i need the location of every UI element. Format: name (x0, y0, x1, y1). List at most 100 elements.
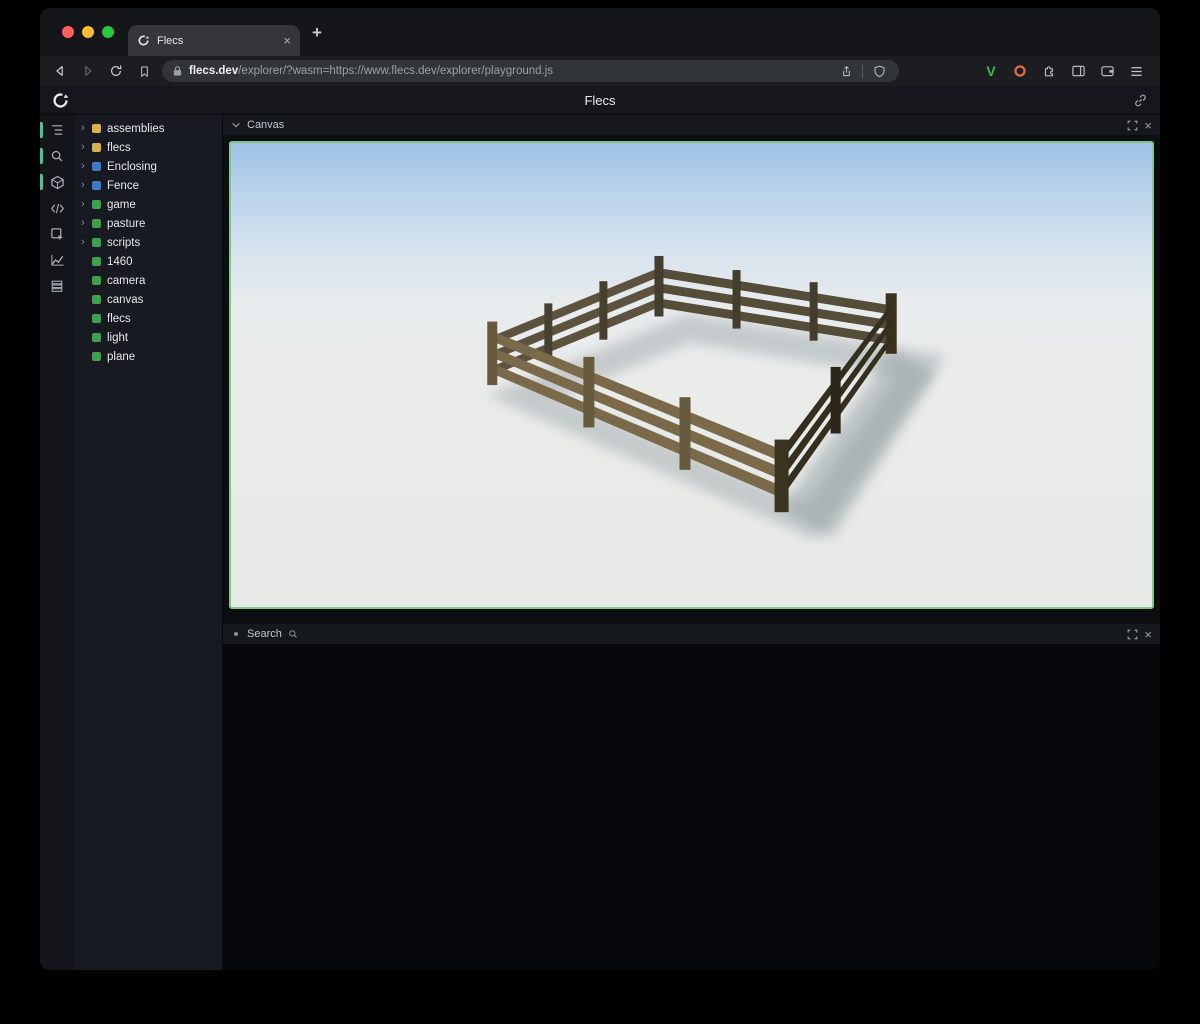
code-icon[interactable] (40, 195, 74, 221)
address-bar[interactable]: flecs.dev/explorer/?wasm=https://www.fle… (162, 60, 899, 82)
zoom-window-button[interactable] (102, 26, 114, 38)
stats-chart-icon[interactable] (40, 247, 74, 273)
tree-item[interactable]: ›Fence (74, 176, 222, 195)
tree-item[interactable]: 1460 (74, 252, 222, 271)
url-domain: flecs.dev (189, 65, 238, 77)
app-header: Flecs (40, 86, 1160, 115)
tree-item[interactable]: canvas (74, 290, 222, 309)
tree-item[interactable]: ›pasture (74, 214, 222, 233)
query-search-icon[interactable] (40, 143, 74, 169)
fence-scene (231, 143, 1152, 607)
forward-icon (81, 64, 95, 78)
flecs-explorer-app: Flecs (40, 86, 1160, 970)
tree-item-label: 1460 (107, 256, 133, 268)
tree-item-label: Enclosing (107, 161, 157, 173)
divider (862, 65, 863, 78)
extension-orange-icon[interactable] (1010, 61, 1030, 81)
reload-icon (109, 64, 123, 78)
extensions-puzzle-button[interactable] (1039, 61, 1059, 81)
app-body: ›assemblies›flecs›Enclosing›Fence›game›p… (40, 115, 1160, 970)
tree-item[interactable]: light (74, 328, 222, 347)
canvas-cube-icon[interactable] (40, 169, 74, 195)
panel-title: Canvas (247, 119, 284, 131)
collapse-chevron-icon[interactable] (231, 121, 241, 129)
expand-arrow-icon[interactable]: › (81, 237, 92, 248)
entity-color-icon (92, 352, 101, 361)
tables-icon[interactable] (40, 273, 74, 299)
extension-v-icon[interactable]: V (981, 61, 1001, 81)
tree-item-label: plane (107, 351, 135, 363)
tree-item-label: camera (107, 275, 145, 287)
search-panel: Search (223, 624, 1160, 970)
tree-item[interactable]: › flecs (74, 138, 222, 157)
expand-arrow-icon[interactable]: › (81, 123, 92, 134)
collapsed-dot-icon[interactable] (234, 632, 238, 636)
tree-item[interactable]: › game (74, 195, 222, 214)
3d-canvas[interactable] (229, 141, 1154, 609)
tree-item-label: light (107, 332, 128, 344)
new-tab-button[interactable]: + (312, 24, 322, 41)
canvas-panel-body (223, 135, 1160, 615)
tree-item-label: game (107, 199, 136, 211)
panel-gap (223, 615, 1160, 624)
tab-close-icon[interactable]: × (283, 34, 291, 47)
tree-item[interactable]: ›scripts (74, 233, 222, 252)
entity-color-icon (92, 162, 101, 171)
tree-item[interactable]: ›assemblies (74, 119, 222, 138)
entity-color-icon (92, 238, 101, 247)
search-panel-header: Search (223, 624, 1160, 644)
extension-area: V (981, 61, 1146, 81)
hamburger-menu-icon (1129, 65, 1144, 78)
menu-button[interactable] (1126, 61, 1146, 81)
entity-color-icon (92, 276, 101, 285)
close-window-button[interactable] (62, 26, 74, 38)
back-button[interactable] (50, 61, 70, 81)
lock-icon (172, 65, 183, 77)
entity-color-icon (92, 219, 101, 228)
share-button[interactable] (836, 61, 856, 81)
tree-item[interactable]: › Enclosing (74, 157, 222, 176)
window-controls (62, 26, 114, 38)
tree-item[interactable]: camera (74, 271, 222, 290)
sidebar-panel-icon (1071, 64, 1086, 78)
expand-arrow-icon[interactable]: › (81, 218, 92, 229)
wallet-button[interactable] (1097, 61, 1117, 81)
expand-arrow-icon[interactable]: › (81, 180, 92, 191)
close-panel-icon[interactable]: × (1144, 119, 1152, 132)
entity-color-icon (92, 124, 101, 133)
reload-button[interactable] (106, 61, 126, 81)
entity-tree: ›assemblies›flecs›Enclosing›Fence›game›p… (74, 115, 222, 970)
tree-item-label: flecs (107, 313, 131, 325)
forward-button[interactable] (78, 61, 98, 81)
flecs-favicon (137, 34, 150, 47)
sidebar-toggle-button[interactable] (1068, 61, 1088, 81)
link-icon (1133, 93, 1148, 108)
expand-arrow-icon[interactable]: › (81, 199, 92, 210)
expand-panel-icon[interactable] (1127, 629, 1138, 640)
entity-color-icon (92, 314, 101, 323)
bookmark-button[interactable] (134, 61, 154, 81)
canvas-panel-header: Canvas × (223, 115, 1160, 135)
minimize-window-button[interactable] (82, 26, 94, 38)
tab-strip: Flecs × + (40, 8, 1160, 56)
tool-sidebar (40, 115, 74, 970)
expand-arrow-icon[interactable]: › (81, 142, 92, 153)
inspector-icon[interactable] (40, 221, 74, 247)
tree-item-label: flecs (107, 142, 131, 154)
tree-item[interactable]: flecs (74, 309, 222, 328)
brave-shields-button[interactable] (869, 61, 889, 81)
entity-color-icon (92, 257, 101, 266)
expand-panel-icon[interactable] (1127, 120, 1138, 131)
permalink-button[interactable] (1133, 93, 1148, 108)
expand-arrow-icon[interactable]: › (81, 161, 92, 172)
entity-tree-icon[interactable] (40, 117, 74, 143)
close-panel-icon[interactable]: × (1144, 628, 1152, 641)
browser-tab[interactable]: Flecs × (128, 25, 300, 56)
bookmark-icon (138, 65, 151, 78)
search-icon (288, 629, 298, 639)
tree-item-label: canvas (107, 294, 143, 306)
back-icon (53, 64, 67, 78)
browser-window: Flecs × + (40, 8, 1160, 970)
browser-toolbar: flecs.dev/explorer/?wasm=https://www.fle… (40, 56, 1160, 86)
tree-item[interactable]: plane (74, 347, 222, 366)
